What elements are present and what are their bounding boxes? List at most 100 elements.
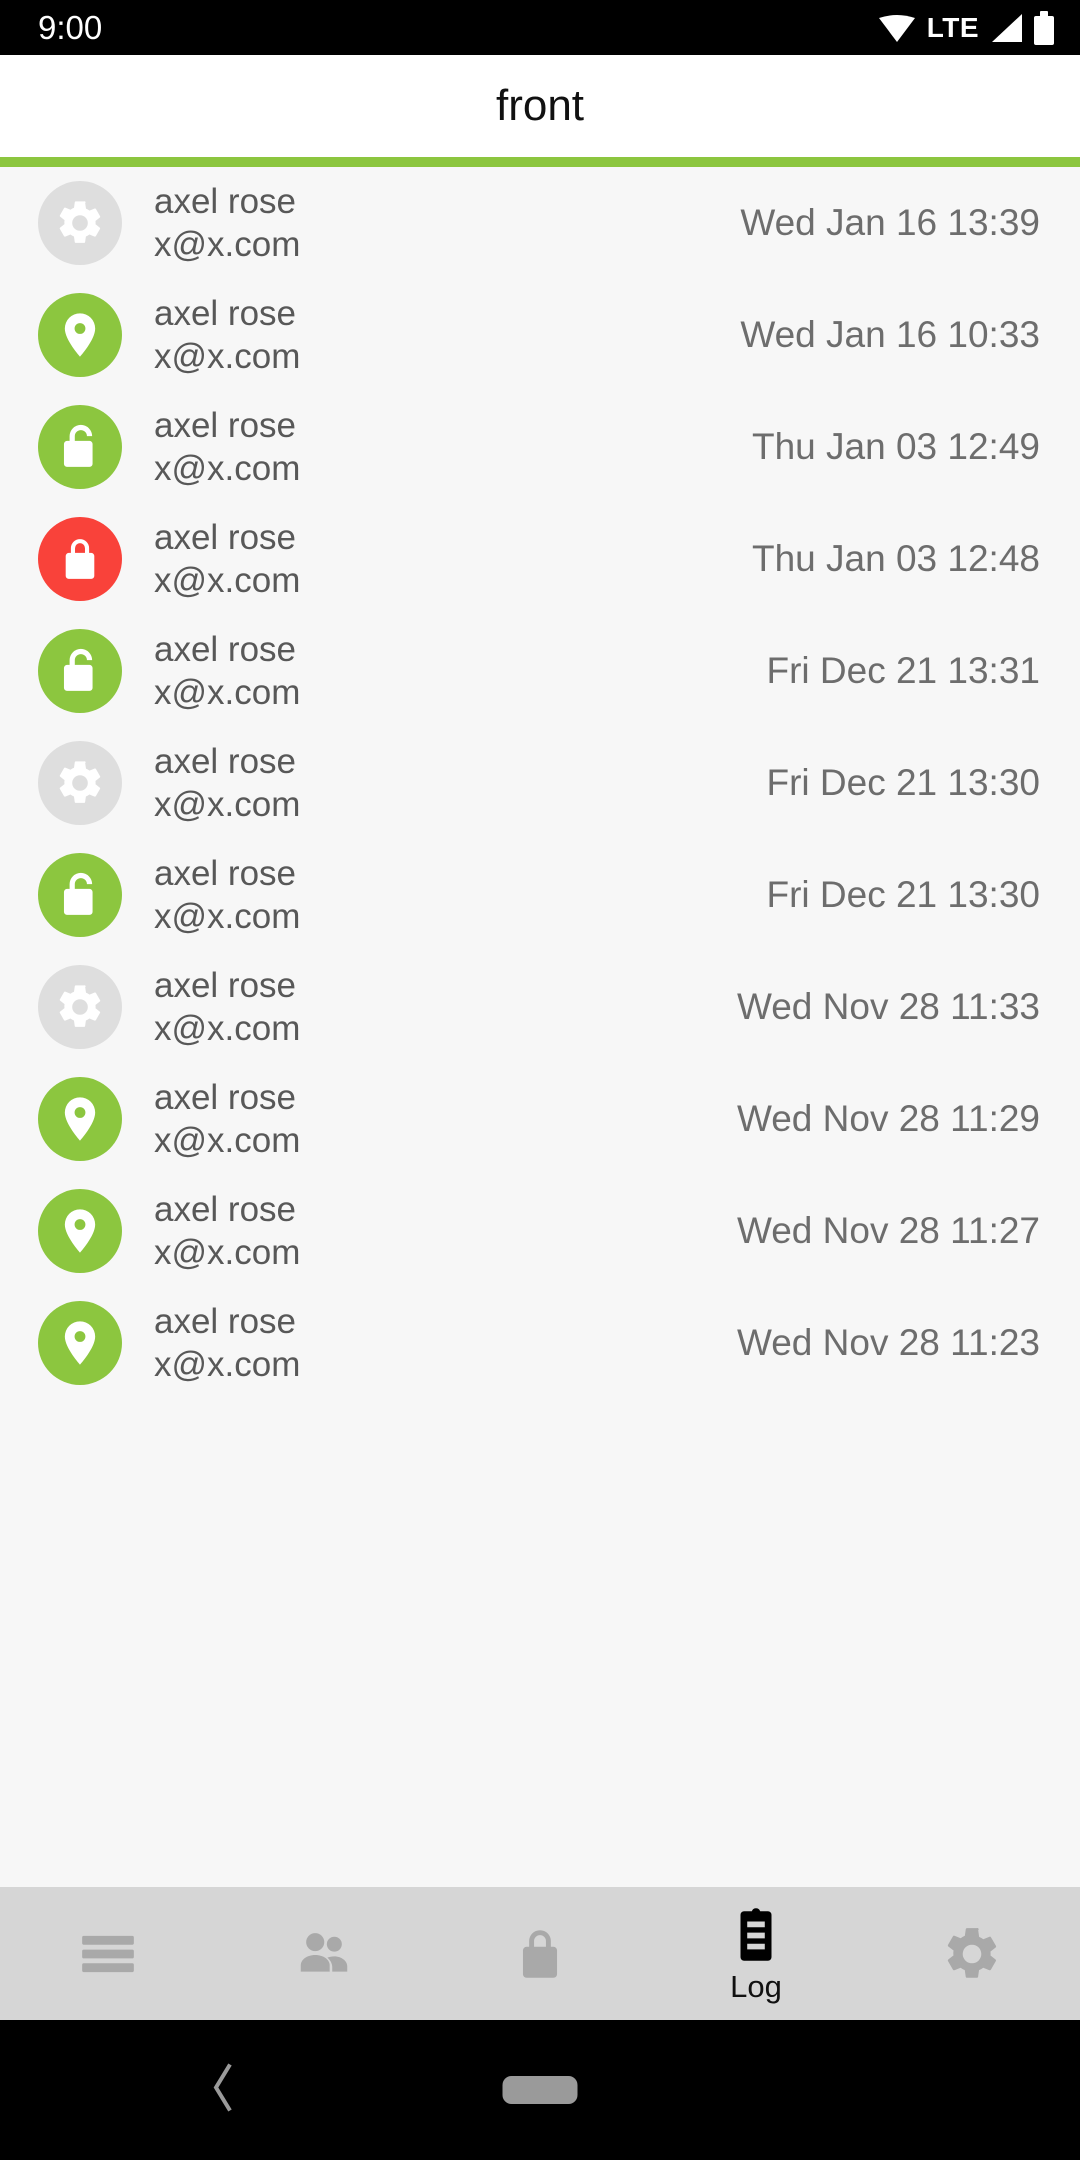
location-pin-icon	[54, 309, 106, 361]
log-row[interactable]: axel rose x@x.com Thu Jan 03 12:48	[0, 503, 1080, 615]
log-row-texts: axel rose x@x.com	[154, 1300, 737, 1386]
unlock-icon	[54, 645, 106, 697]
page-title: front	[495, 81, 585, 130]
log-row-timestamp: Fri Dec 21 13:31	[766, 650, 1040, 691]
log-row-avatar	[38, 1077, 122, 1161]
log-row-timestamp: Wed Jan 16 10:33	[740, 314, 1040, 355]
log-row-avatar	[38, 181, 122, 265]
bottom-tab-bar[interactable]: Log	[0, 1887, 1080, 2020]
log-row-timestamp: Fri Dec 21 13:30	[766, 874, 1040, 915]
log-row-name: axel rose	[154, 965, 297, 1005]
log-row-name: axel rose	[154, 853, 297, 893]
log-row-name: axel rose	[154, 629, 297, 669]
log-row-email: x@x.com	[154, 1345, 301, 1384]
log-row-avatar	[38, 741, 122, 825]
hamburger-menu-icon	[77, 1923, 139, 1985]
log-row-avatar	[38, 405, 122, 489]
log-row-email: x@x.com	[154, 1233, 301, 1272]
log-row-texts: axel rose x@x.com	[154, 1076, 737, 1162]
log-row-email: x@x.com	[154, 561, 301, 600]
tab-hamburger-menu[interactable]	[0, 1887, 216, 2020]
log-row[interactable]: axel rose x@x.com Wed Nov 28 11:23	[0, 1287, 1080, 1399]
status-bar: 9:00 LTE	[0, 0, 1080, 55]
location-pin-icon	[54, 1093, 106, 1145]
location-pin-icon	[54, 1317, 106, 1369]
log-row[interactable]: axel rose x@x.com Thu Jan 03 12:49	[0, 391, 1080, 503]
log-row-email: x@x.com	[154, 785, 301, 824]
log-row[interactable]: axel rose x@x.com Wed Jan 16 10:33	[0, 279, 1080, 391]
tab-gear[interactable]	[864, 1887, 1080, 2020]
tab-label: Log	[730, 1969, 782, 2004]
app-bar: front	[0, 55, 1080, 157]
log-row-email: x@x.com	[154, 897, 301, 936]
log-row-name: axel rose	[154, 181, 297, 221]
log-row-texts: axel rose x@x.com	[154, 1188, 737, 1274]
log-row[interactable]: axel rose x@x.com Fri Dec 21 13:30	[0, 727, 1080, 839]
log-row-avatar	[38, 1189, 122, 1273]
lock-icon	[54, 533, 106, 585]
log-row-email: x@x.com	[154, 225, 301, 264]
log-row-texts: axel rose x@x.com	[154, 180, 740, 266]
unlock-icon	[54, 421, 106, 473]
location-pin-icon	[54, 1205, 106, 1257]
log-row-avatar	[38, 293, 122, 377]
status-icons: LTE	[878, 10, 1054, 45]
log-row-texts: axel rose x@x.com	[154, 628, 766, 714]
log-row-email: x@x.com	[154, 673, 301, 712]
log-row-timestamp: Wed Nov 28 11:23	[736, 1322, 1040, 1363]
log-row[interactable]: axel rose x@x.com Wed Jan 16 13:39	[0, 167, 1080, 279]
gear-icon	[941, 1923, 1003, 1985]
log-row-name: axel rose	[154, 741, 297, 781]
log-row-name: axel rose	[154, 517, 297, 557]
unlock-icon	[54, 869, 106, 921]
signal-icon	[990, 13, 1023, 43]
log-row-email: x@x.com	[154, 449, 301, 488]
log-row-texts: axel rose x@x.com	[154, 852, 766, 938]
log-row-name: axel rose	[154, 1301, 297, 1341]
network-type-label: LTE	[926, 11, 979, 43]
log-row[interactable]: axel rose x@x.com Wed Nov 28 11:33	[0, 951, 1080, 1063]
log-row-email: x@x.com	[154, 1009, 301, 1048]
log-row-texts: axel rose x@x.com	[154, 964, 737, 1050]
tab-lock[interactable]	[432, 1887, 648, 2020]
log-row[interactable]: axel rose x@x.com Fri Dec 21 13:31	[0, 615, 1080, 727]
log-row-avatar	[38, 629, 122, 713]
log-row[interactable]: axel rose x@x.com Wed Nov 28 11:27	[0, 1175, 1080, 1287]
back-chevron-icon[interactable]	[208, 2062, 238, 2119]
clipboard-log-icon	[725, 1905, 787, 1967]
android-nav-bar	[0, 2020, 1080, 2160]
wifi-icon	[878, 13, 916, 43]
tab-people[interactable]	[216, 1887, 432, 2020]
phone-screen: 9:00 LTE front axel rose x@x.com Wed Jan 1…	[0, 0, 1080, 2160]
log-row[interactable]: axel rose x@x.com Fri Dec 21 13:30	[0, 839, 1080, 951]
log-row-texts: axel rose x@x.com	[154, 740, 766, 826]
log-row[interactable]: axel rose x@x.com Wed Nov 28 11:29	[0, 1063, 1080, 1175]
lock-icon	[509, 1923, 571, 1985]
gear-icon	[54, 197, 106, 249]
log-row-name: axel rose	[154, 1189, 297, 1229]
log-row-timestamp: Wed Jan 16 13:39	[740, 202, 1040, 243]
log-row-texts: axel rose x@x.com	[154, 404, 752, 490]
log-row-texts: axel rose x@x.com	[154, 292, 740, 378]
log-row-timestamp: Wed Nov 28 11:33	[736, 986, 1040, 1027]
accent-divider	[0, 157, 1080, 167]
log-row-name: axel rose	[154, 405, 297, 445]
people-icon	[293, 1923, 355, 1985]
log-row-timestamp: Thu Jan 03 12:49	[752, 426, 1040, 467]
log-row-email: x@x.com	[154, 1121, 301, 1160]
battery-icon	[1034, 10, 1054, 45]
log-row-timestamp: Wed Nov 28 11:29	[736, 1098, 1040, 1139]
gear-icon	[54, 757, 106, 809]
log-row-avatar	[38, 1301, 122, 1385]
log-row-avatar	[38, 853, 122, 937]
log-row-timestamp: Thu Jan 03 12:48	[752, 538, 1040, 579]
home-pill-icon[interactable]	[502, 2076, 578, 2104]
status-clock: 9:00	[38, 9, 103, 46]
log-row-texts: axel rose x@x.com	[154, 516, 752, 602]
log-list[interactable]: axel rose x@x.com Wed Jan 16 13:39 axel ros…	[0, 167, 1080, 1887]
log-row-timestamp: Fri Dec 21 13:30	[766, 762, 1040, 803]
log-row-name: axel rose	[154, 293, 297, 333]
gear-icon	[54, 981, 106, 1033]
log-row-avatar	[38, 965, 122, 1049]
tab-clipboard-log[interactable]: Log	[648, 1887, 864, 2020]
